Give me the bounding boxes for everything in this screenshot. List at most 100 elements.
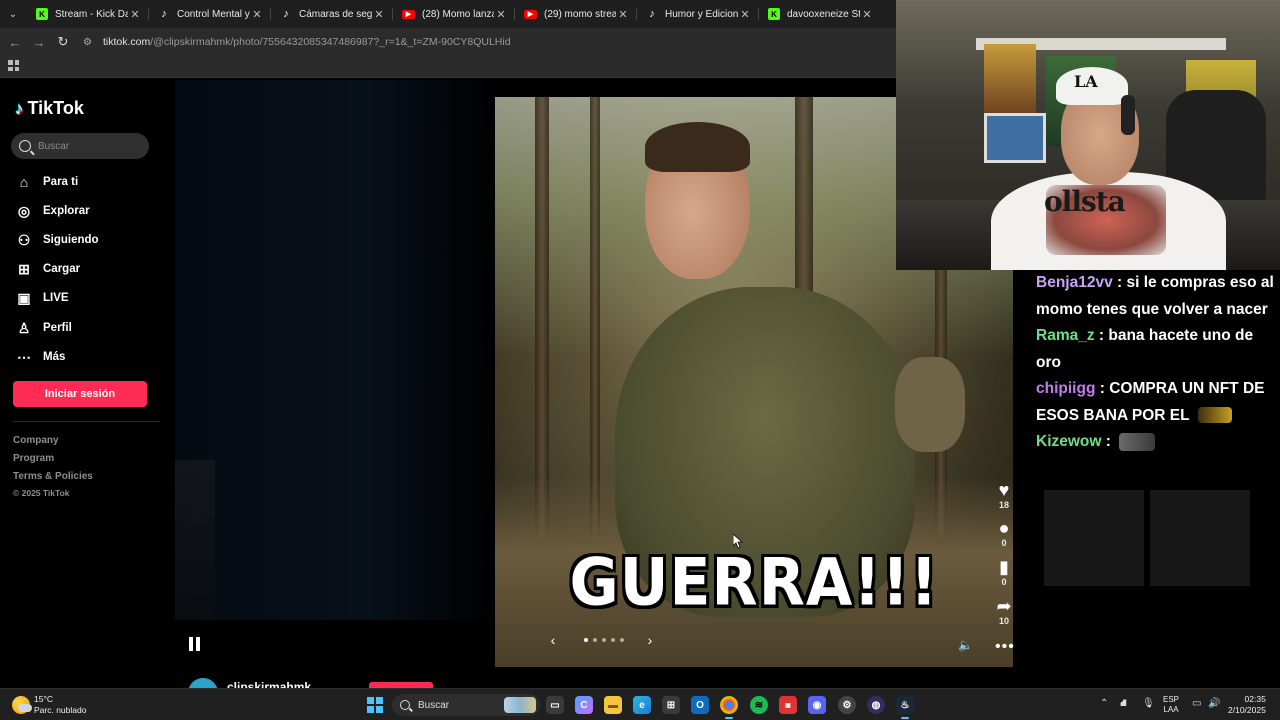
- site-info-icon[interactable]: ⚙: [83, 37, 99, 48]
- file-explorer-icon[interactable]: ▬: [604, 696, 622, 714]
- close-icon[interactable]: ✕: [860, 8, 874, 21]
- carousel-next-icon[interactable]: ›: [642, 632, 658, 648]
- pause-icon[interactable]: [189, 637, 203, 651]
- save-button[interactable]: ▮ 0: [990, 557, 1018, 587]
- sidebar-divider: [13, 421, 160, 422]
- like-button[interactable]: ♥ 18: [990, 480, 1018, 510]
- heart-icon: ♥: [998, 480, 1010, 500]
- home-icon: ⌂: [19, 174, 29, 190]
- streamer-app-icon[interactable]: ▣: [779, 696, 797, 714]
- forward-icon[interactable]: →: [27, 35, 51, 50]
- login-button[interactable]: Iniciar sesión: [13, 381, 147, 407]
- partly-cloudy-icon: [12, 696, 32, 714]
- back-icon[interactable]: ←: [3, 35, 27, 50]
- obs-icon[interactable]: ◍: [867, 696, 885, 714]
- chat-username: Benja12vv: [1036, 274, 1113, 291]
- volume-icon[interactable]: 🔈: [958, 638, 974, 652]
- nav-cargar[interactable]: ⊞ Cargar: [15, 260, 80, 278]
- chat-message: Kizewow :: [1036, 429, 1280, 456]
- copilot-icon[interactable]: C: [575, 696, 593, 714]
- close-icon[interactable]: ✕: [616, 8, 630, 21]
- address-bar[interactable]: ⚙ tiktok.com/@clipskirmahmk/photo/755643…: [83, 31, 511, 53]
- footer-link-terms[interactable]: Terms & Policies: [13, 471, 93, 482]
- temperature: 15°C: [34, 694, 53, 704]
- comment-icon: ●: [998, 518, 1010, 538]
- desktop: ⌄ K Stream - Kick Dashbo ✕ ♪ Control Men…: [0, 0, 1280, 720]
- clock-time: 02:35: [1244, 694, 1266, 704]
- nav-mas[interactable]: ⋯ Más: [15, 348, 65, 366]
- carousel-prev-icon[interactable]: ‹: [545, 632, 561, 648]
- footer-link-program[interactable]: Program: [13, 453, 54, 464]
- chat-message: chipiigg : COMPRA UN NFT DE ESOS BANA PO…: [1036, 380, 1265, 424]
- share-button[interactable]: ➦ 10: [990, 596, 1018, 626]
- tab-camaras[interactable]: ♪ Cámaras de segurida ✕: [270, 0, 392, 28]
- nav-perfil[interactable]: ♙ Perfil: [15, 319, 72, 337]
- nav-explorar[interactable]: ◎ Explorar: [15, 202, 90, 220]
- share-count: 10: [998, 616, 1009, 626]
- following-icon: ⚇: [17, 231, 31, 248]
- windows-start-icon[interactable]: [367, 697, 383, 713]
- taskbar-search[interactable]: Buscar: [392, 694, 540, 716]
- speaker-icon[interactable]: 🔊: [1208, 698, 1220, 709]
- nav-para-ti[interactable]: ⌂ Para ti: [15, 173, 78, 191]
- nav-siguiendo[interactable]: ⚇ Siguiendo: [15, 231, 99, 249]
- tab-momo-stream[interactable]: ▶ (29) momo stream co ✕: [514, 0, 636, 28]
- nav-live[interactable]: ▣ LIVE: [15, 289, 68, 307]
- system-clock[interactable]: 02:35 2/10/2025: [1228, 694, 1266, 716]
- carousel-dot[interactable]: [620, 638, 624, 642]
- close-icon[interactable]: ✕: [738, 8, 752, 21]
- display-icon[interactable]: ▭: [1192, 698, 1201, 709]
- carousel-dot[interactable]: [602, 638, 606, 642]
- close-icon[interactable]: ✕: [128, 8, 142, 21]
- chat-username: Rama_z: [1036, 327, 1095, 344]
- chat-message: Rama_z : bana hacete uno de oro: [1036, 327, 1254, 371]
- tab-kick-dashboard[interactable]: K Stream - Kick Dashbo ✕: [26, 0, 148, 28]
- reload-icon[interactable]: ↻: [51, 34, 75, 50]
- footer-link-company[interactable]: Company: [13, 435, 59, 446]
- tab-davooxeneize[interactable]: K davooxeneize Stream ✕: [758, 0, 880, 28]
- apps-grid-icon[interactable]: [8, 60, 19, 71]
- discord-icon[interactable]: ◉: [808, 696, 826, 714]
- chevron-up-icon[interactable]: ⌃: [1100, 698, 1108, 709]
- outlook-icon[interactable]: O: [691, 696, 709, 714]
- more-icon: ⋯: [17, 348, 31, 365]
- chrome-icon[interactable]: [720, 696, 738, 719]
- carousel-dot[interactable]: [593, 638, 597, 642]
- upload-icon: ⊞: [18, 260, 30, 277]
- tiktok-icon: ♪: [649, 8, 655, 20]
- more-options-icon[interactable]: •••: [995, 638, 1015, 656]
- soldier-hair: [645, 122, 750, 172]
- comment-button[interactable]: ● 0: [990, 518, 1018, 548]
- tab-search-icon[interactable]: ⌄: [0, 0, 26, 28]
- photo-caption: GUERRA!!!: [569, 545, 939, 621]
- tab-title: Control Mental y Aur: [177, 8, 250, 20]
- tab-control-mental[interactable]: ♪ Control Mental y Aur ✕: [148, 0, 270, 28]
- avatar[interactable]: [188, 678, 218, 688]
- tab-momo-lanza[interactable]: ▶ (28) Momo lanza su e ✕: [392, 0, 514, 28]
- tiktok-logo[interactable]: ♪ TikTok: [15, 98, 84, 119]
- language-indicator[interactable]: ESP LAA: [1163, 695, 1179, 715]
- microphone-icon[interactable]: 🎙: [1142, 698, 1155, 709]
- tab-humor-ediciones[interactable]: ♪ Humor y Ediciones d ✕: [636, 0, 758, 28]
- close-icon[interactable]: ✕: [494, 8, 508, 21]
- spotify-icon[interactable]: ≋: [750, 696, 768, 714]
- close-icon[interactable]: ✕: [372, 8, 386, 21]
- network-icon[interactable]: ⛘: [1120, 698, 1127, 711]
- browser-tab-strip: ⌄ K Stream - Kick Dashbo ✕ ♪ Control Men…: [0, 0, 896, 28]
- search-input[interactable]: Buscar: [11, 133, 149, 159]
- profile-icon: ♙: [17, 319, 31, 336]
- carousel-dot[interactable]: [611, 638, 615, 642]
- author-name[interactable]: clipskirmahmk: [227, 680, 311, 688]
- edge-icon[interactable]: e: [633, 696, 651, 714]
- url-path: /@clipskirmahmk/photo/755643208534748698…: [150, 36, 511, 48]
- store-icon[interactable]: ⊞: [662, 696, 680, 714]
- compass-icon: ◎: [17, 202, 31, 219]
- steam-icon[interactable]: ♨: [896, 696, 914, 719]
- weather-widget[interactable]: 15°C Parc. nublado: [12, 694, 86, 716]
- carousel-dot[interactable]: [584, 638, 588, 642]
- task-view-icon[interactable]: ▭: [546, 696, 564, 714]
- app-icon[interactable]: ⚙: [838, 696, 856, 714]
- close-icon[interactable]: ✕: [250, 8, 264, 21]
- nav-label: Perfil: [43, 322, 72, 334]
- cap-logo: LA: [1074, 72, 1098, 91]
